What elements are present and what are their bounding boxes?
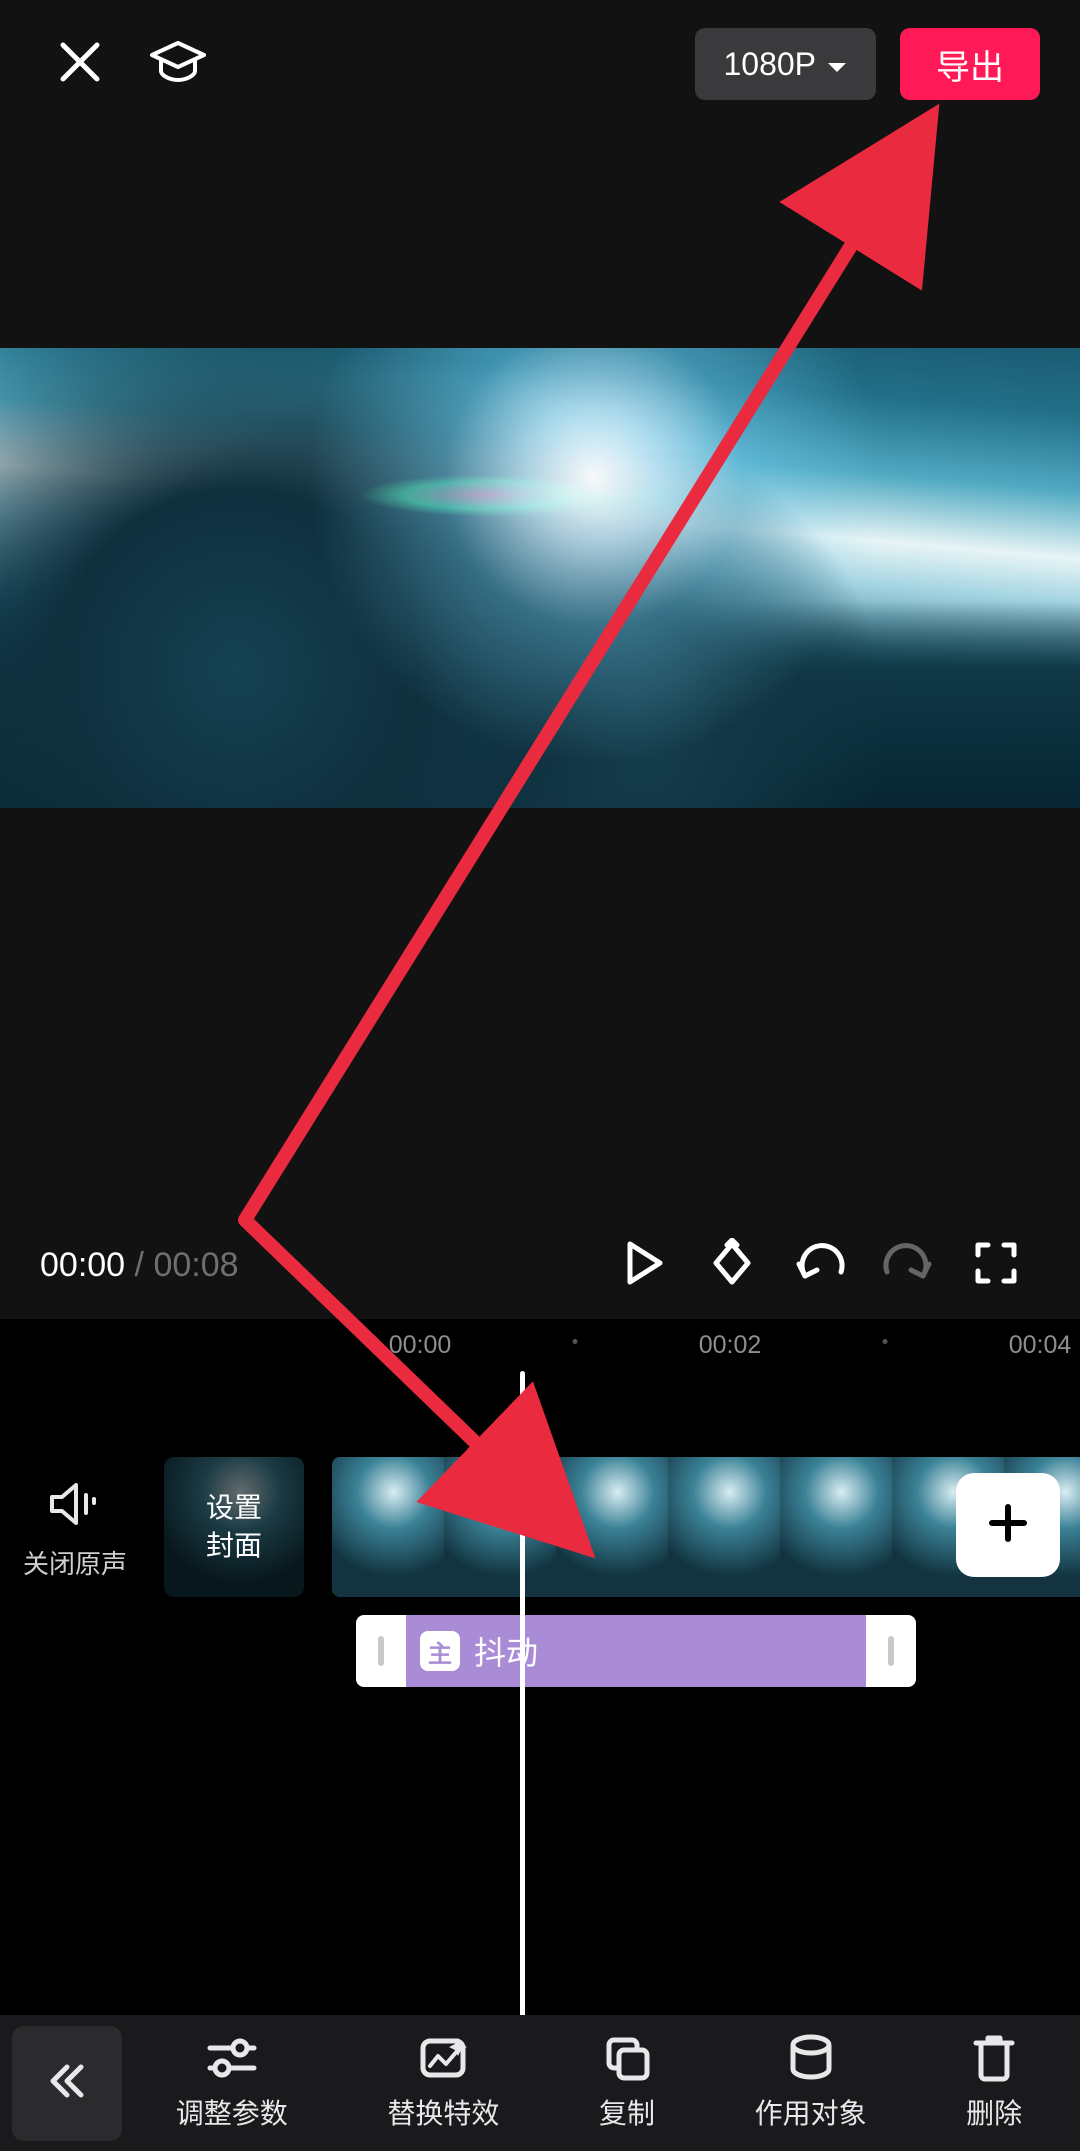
chevron-down-icon — [816, 46, 848, 83]
total-time: 00:08 — [153, 1246, 238, 1284]
tracks: 关闭原声 设置 封面 主 抖动 — [0, 1371, 1080, 1923]
ruler-label: 00:00 — [389, 1331, 452, 1360]
clip-thumb — [668, 1457, 780, 1597]
speaker-icon — [48, 1503, 102, 1533]
effect-tag: 主 — [420, 1631, 460, 1671]
ruler-dot — [883, 1339, 888, 1344]
fullscreen-button[interactable] — [952, 1221, 1040, 1309]
ruler-label: 00:02 — [699, 1331, 762, 1360]
keyframe-icon — [707, 1238, 757, 1293]
clip-thumb — [444, 1457, 556, 1597]
target-object-icon — [787, 2034, 835, 2082]
mute-label: 关闭原声 — [0, 1544, 150, 1581]
tool-label: 替换特效 — [387, 2092, 499, 2132]
timeline[interactable]: 00:00 00:02 00:04 关闭原声 设置 封面 — [0, 1319, 1080, 2015]
effect-name: 抖动 — [474, 1628, 538, 1674]
time-ruler: 00:00 00:02 00:04 — [0, 1319, 1080, 1371]
effect-clip[interactable]: 主 抖动 — [356, 1615, 916, 1687]
tool-label: 复制 — [599, 2092, 655, 2132]
undo-button[interactable] — [776, 1221, 864, 1309]
clip-handle-left[interactable] — [356, 1615, 406, 1687]
clip-thumb — [556, 1457, 668, 1597]
set-cover-button[interactable]: 设置 封面 — [164, 1457, 304, 1597]
redo-button[interactable] — [864, 1221, 952, 1309]
video-frame — [0, 348, 1080, 808]
tool-delete[interactable]: 删除 — [966, 2034, 1022, 2132]
preview-area[interactable] — [0, 128, 1080, 1211]
effect-clip-body[interactable]: 主 抖动 — [406, 1615, 866, 1687]
play-button[interactable] — [600, 1221, 688, 1309]
toolbar-back-button[interactable] — [12, 2026, 122, 2141]
copy-icon — [603, 2034, 651, 2082]
ruler-dot — [573, 1339, 578, 1344]
cover-label-line1: 设置 — [206, 1489, 262, 1527]
clip-thumb — [332, 1457, 444, 1597]
redo-icon — [883, 1242, 933, 1289]
play-icon — [624, 1240, 664, 1291]
resolution-label: 1080P — [723, 46, 816, 83]
tool-target-object[interactable]: 作用对象 — [755, 2034, 867, 2132]
cover-label-line2: 封面 — [206, 1527, 262, 1565]
close-icon — [57, 39, 103, 90]
sliders-icon — [206, 2034, 258, 2082]
tool-replace-effect[interactable]: 替换特效 — [387, 2034, 499, 2132]
replace-effect-icon — [418, 2034, 468, 2082]
export-button[interactable]: 导出 — [900, 28, 1040, 100]
plus-icon — [986, 1501, 1030, 1550]
tool-adjust-params[interactable]: 调整参数 — [176, 2034, 288, 2132]
clip-handle-right[interactable] — [866, 1615, 916, 1687]
fullscreen-icon — [974, 1241, 1018, 1290]
keyframe-button[interactable] — [688, 1221, 776, 1309]
playback-controls: 00:00 / 00:08 — [0, 1211, 1080, 1319]
chevron-double-left-icon — [45, 2059, 89, 2108]
tool-label: 删除 — [966, 2092, 1022, 2132]
tool-label: 调整参数 — [176, 2092, 288, 2132]
mute-original-audio[interactable]: 关闭原声 — [0, 1481, 150, 1581]
time-display: 00:00 / 00:08 — [40, 1246, 239, 1285]
ruler-label: 00:04 — [1009, 1331, 1072, 1360]
clip-thumb — [780, 1457, 892, 1597]
playhead[interactable] — [520, 1371, 525, 2015]
tool-copy[interactable]: 复制 — [599, 2034, 655, 2132]
top-bar: 1080P 导出 — [0, 0, 1080, 128]
tutorial-button[interactable] — [138, 24, 218, 104]
resolution-dropdown[interactable]: 1080P — [695, 28, 876, 100]
add-clip-button[interactable] — [956, 1473, 1060, 1577]
tool-label: 作用对象 — [755, 2092, 867, 2132]
current-time: 00:00 — [40, 1246, 125, 1284]
trash-icon — [972, 2034, 1016, 2082]
graduation-cap-icon — [149, 39, 207, 90]
close-button[interactable] — [40, 24, 120, 104]
export-label: 导出 — [936, 40, 1004, 89]
bottom-toolbar: 调整参数 替换特效 复制 作用对象 删除 — [0, 2015, 1080, 2151]
undo-icon — [795, 1242, 845, 1289]
